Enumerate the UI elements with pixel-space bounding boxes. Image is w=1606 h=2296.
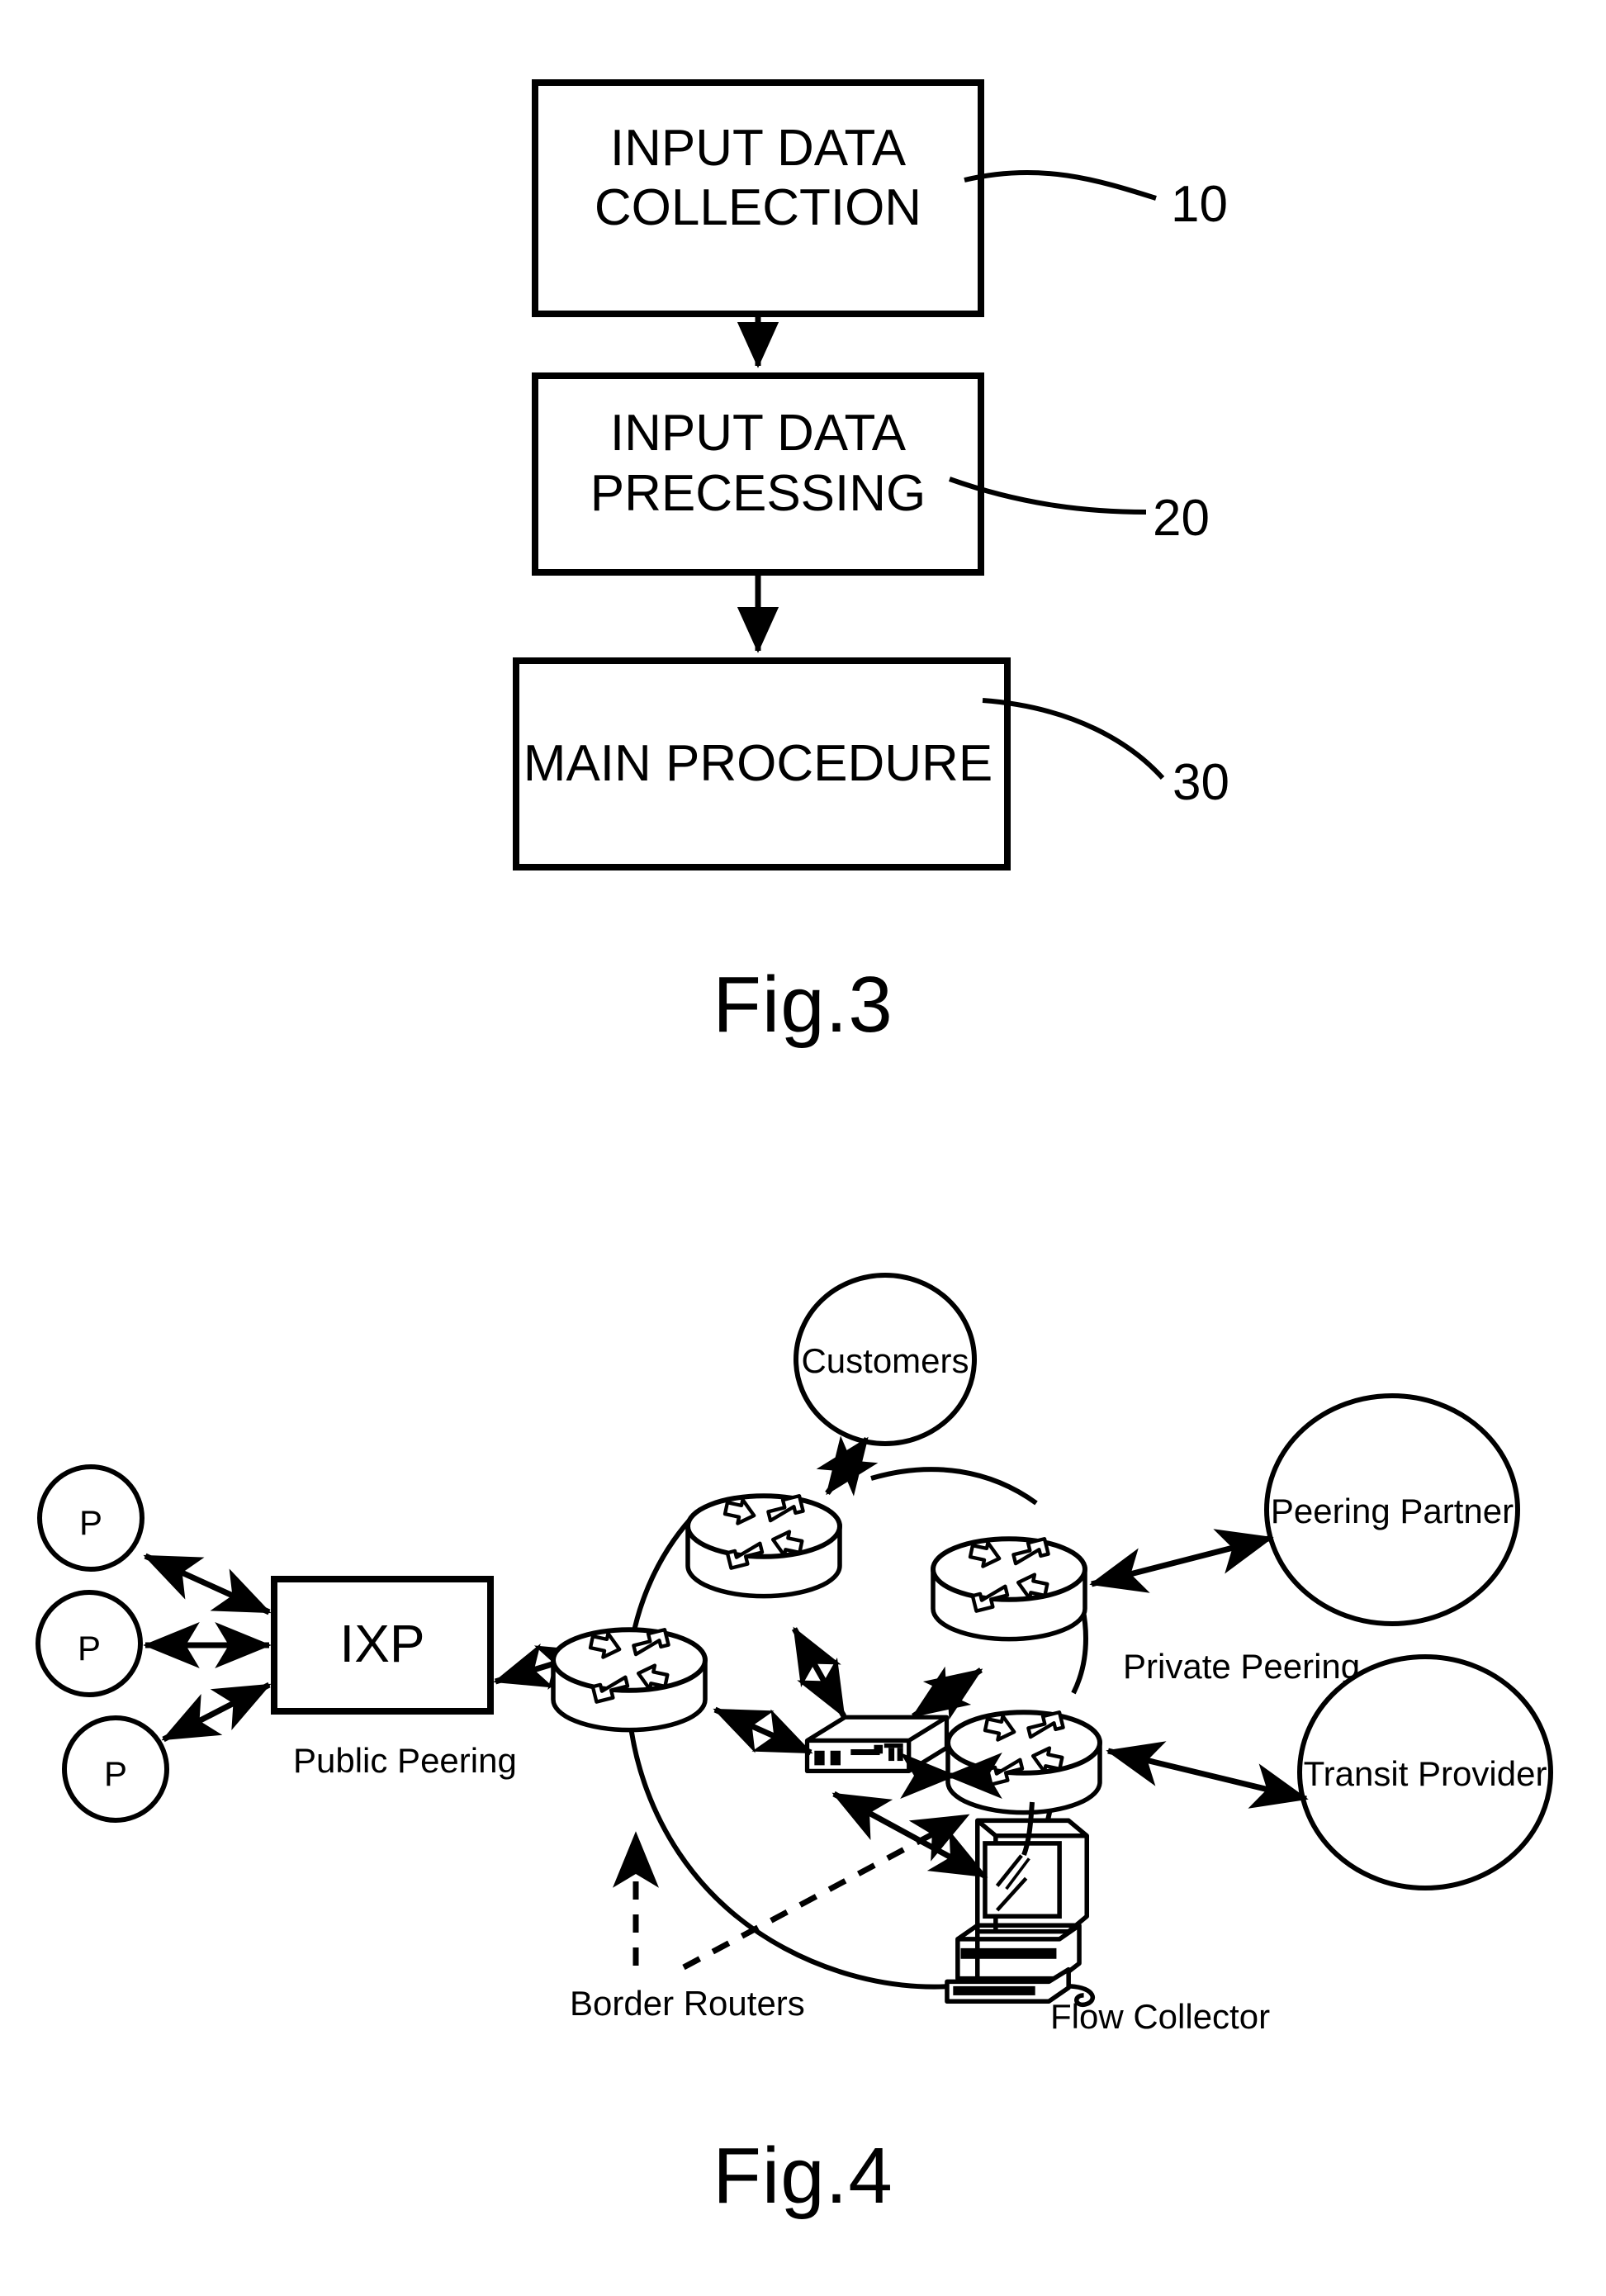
fig4-arrow-peer3-ixp — [161, 1682, 272, 1743]
fig3-group: INPUT DATA COLLECTION INPUT DATA PRECESS… — [513, 79, 1229, 870]
fig3-ref-numeral-10: 10 — [1171, 176, 1228, 233]
fig3-leader-10 — [964, 169, 1157, 201]
fig4-router-top-left — [688, 1496, 840, 1596]
fig4-group: P P P IXP Public Peering Customers Peeri… — [36, 1273, 1553, 2036]
fig3-ref-numeral-30: 30 — [1173, 754, 1229, 811]
fig4-arrow-router-transit-provider — [1106, 1741, 1309, 1809]
fig4-flow-collector-label: Flow Collector — [1050, 1997, 1270, 2036]
figure-svg-layer: INPUT DATA COLLECTION INPUT DATA PRECESS… — [36, 79, 1553, 2036]
fig4-arrow-router-customers — [816, 1435, 879, 1497]
fig3-caption: Fig.3 — [713, 961, 893, 1049]
fig4-switch-icon — [808, 1717, 947, 1771]
fig3-box-2-line-1: INPUT DATA — [610, 405, 907, 462]
fig4-dashed-leader-border-routers-2 — [682, 1812, 970, 1971]
fig4-flow-collector-icon — [947, 1820, 1092, 2004]
fig4-private-peering-label: Private Peering — [1123, 1647, 1360, 1686]
fig4-arrow-switch-collector — [831, 1791, 988, 1880]
fig4-router-left — [553, 1629, 705, 1729]
fig4-peer-label-1: P — [79, 1503, 102, 1542]
fig4-transit-provider-label: Transit Provider — [1304, 1754, 1547, 1793]
fig4-public-peering-label: Public Peering — [293, 1741, 517, 1780]
fig4-arrow-router-tr-switch — [911, 1666, 983, 1720]
fig3-box-1-line-2: COLLECTION — [595, 179, 921, 236]
fig4-arrow-router-peering-partner — [1089, 1529, 1274, 1593]
fig3-box-2-line-2: PRECESSING — [590, 465, 926, 522]
fig4-peer-label-3: P — [104, 1754, 127, 1793]
fig4-arrow-peer1-ixp — [143, 1553, 272, 1615]
fig4-customers-label: Customers — [801, 1341, 969, 1380]
fig4-peering-partner-label: Peering Partner — [1271, 1492, 1514, 1530]
fig4-arrow-router-tl-switch — [791, 1626, 847, 1719]
drawing-sheet: INPUT DATA COLLECTION INPUT DATA PRECESS… — [0, 0, 1606, 2296]
fig3-ref-numeral-20: 20 — [1153, 490, 1210, 547]
fig4-ring-upper-right — [870, 1467, 1038, 1506]
fig3-box-1-line-1: INPUT DATA — [610, 120, 907, 177]
fig3-box-3-line-1: MAIN PROCEDURE — [523, 735, 992, 792]
fig4-caption: Fig.4 — [713, 2132, 893, 2220]
fig4-router-bottom-right — [948, 1712, 1100, 1812]
fig4-peer-label-2: P — [78, 1629, 101, 1667]
fig4-ixp-label: IXP — [339, 1614, 424, 1673]
fig4-border-routers-label: Border Routers — [570, 1984, 805, 2023]
fig4-arrow-router-left-switch — [713, 1706, 813, 1756]
fig4-router-top-right — [933, 1539, 1085, 1639]
